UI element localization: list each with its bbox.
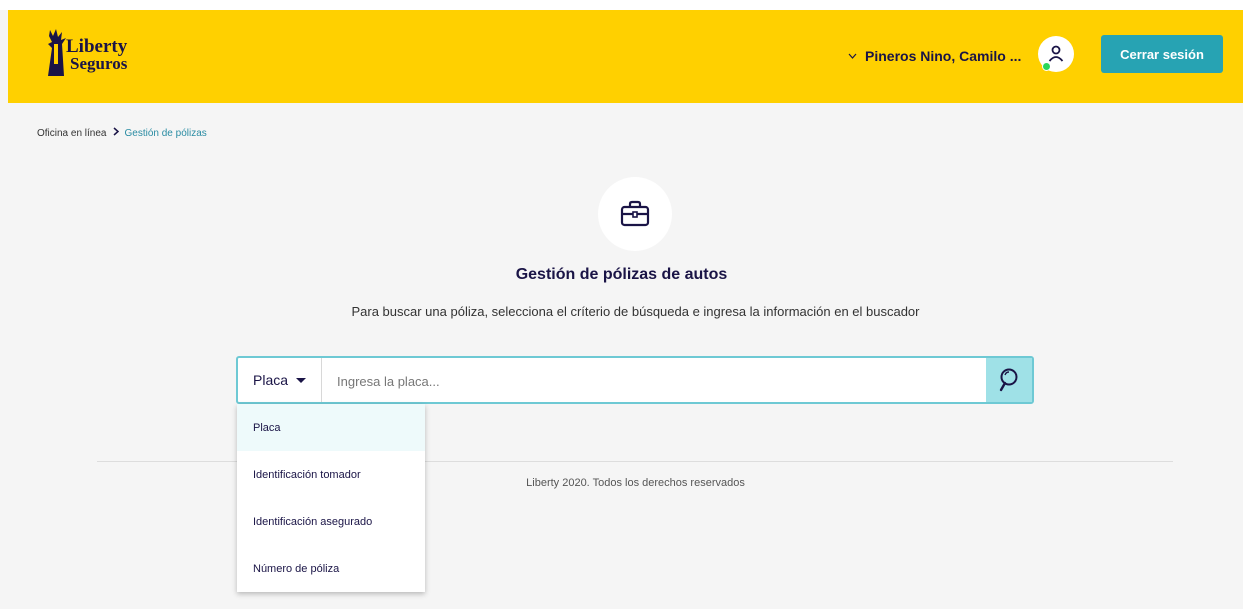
search-button[interactable] (986, 358, 1032, 402)
user-icon (1048, 45, 1064, 62)
breadcrumb: Oficina en línea Gestión de pólizas (37, 127, 207, 139)
breadcrumb-current: Gestión de pólizas (124, 127, 207, 139)
dropdown-option-identificacion-asegurado[interactable]: Identificación asegurado (237, 498, 425, 545)
search-bar: Placa (236, 356, 1034, 404)
dropdown-option-placa[interactable]: Placa (237, 404, 425, 451)
window-top-strip (0, 0, 1243, 10)
online-status-dot (1042, 62, 1051, 71)
liberty-logo[interactable]: Liberty Seguros (46, 26, 176, 86)
page-subtitle: Para buscar una póliza, selecciona el cr… (351, 304, 920, 319)
logout-button[interactable]: Cerrar sesión (1101, 35, 1223, 73)
search-criterion-dropdown: Placa Identificación tomador Identificac… (237, 404, 425, 592)
briefcase-badge (598, 177, 672, 251)
chevron-right-icon (113, 127, 119, 139)
user-menu-toggle[interactable]: Pineros Nino, Camilo ... (848, 46, 1021, 66)
search-icon (999, 368, 1018, 392)
dropdown-option-numero-poliza[interactable]: Número de póliza (237, 545, 425, 592)
search-criterion-value: Placa (253, 372, 289, 388)
page-title: Gestión de pólizas de autos (515, 266, 728, 283)
logo-wordmark: Liberty Seguros (66, 36, 128, 73)
chevron-down-icon (848, 50, 857, 62)
footer-copyright: Liberty 2020. Todos los derechos reserva… (526, 477, 745, 489)
app-header: Liberty Seguros Pineros Nino, Camilo ...… (8, 10, 1243, 103)
logo-line2: Seguros (70, 54, 128, 73)
search-input[interactable] (322, 358, 986, 404)
search-criterion-select[interactable]: Placa (238, 358, 322, 402)
user-name: Pineros Nino, Camilo ... (865, 48, 1022, 64)
dropdown-option-identificacion-tomador[interactable]: Identificación tomador (237, 451, 425, 498)
user-avatar[interactable] (1038, 36, 1074, 72)
caret-down-icon (296, 377, 307, 383)
logo-line1: Liberty (66, 36, 128, 57)
breadcrumb-home-link[interactable]: Oficina en línea (37, 128, 107, 139)
liberty-statue-icon (48, 29, 66, 76)
briefcase-icon (620, 200, 650, 227)
